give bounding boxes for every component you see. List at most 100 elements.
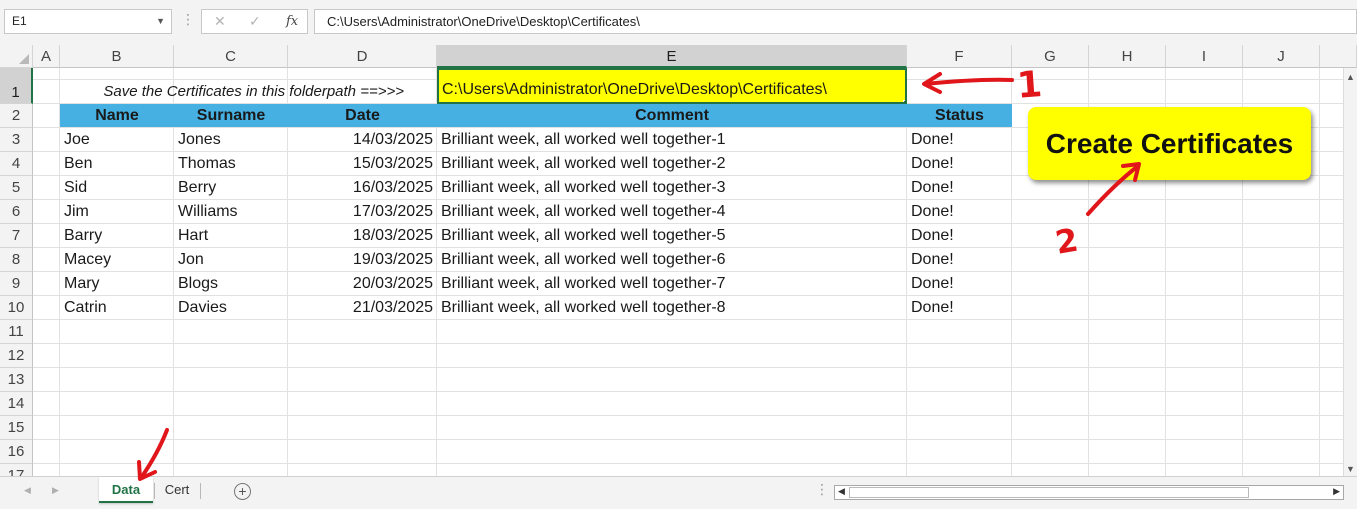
cell-surname[interactable]: Jon	[174, 248, 288, 272]
cell-name[interactable]: Catrin	[60, 296, 174, 320]
formula-bar: E1 ▼ ⋮ ✕ ✓ fx C:\Users\Administrator\One…	[0, 0, 1357, 45]
cell-surname[interactable]: Hart	[174, 224, 288, 248]
scroll-up-icon[interactable]: ▲	[1346, 72, 1355, 82]
row-header-6[interactable]: 6	[0, 200, 33, 224]
cell-name[interactable]: Barry	[60, 224, 174, 248]
create-certificates-button[interactable]: Create Certificates	[1028, 107, 1311, 180]
cell-surname[interactable]: Williams	[174, 200, 288, 224]
scroll-thumb[interactable]	[849, 487, 1249, 498]
header-comment[interactable]: Comment	[437, 104, 907, 127]
cell-name[interactable]: Ben	[60, 152, 174, 176]
name-box[interactable]: E1 ▼	[4, 9, 172, 34]
column-header-c[interactable]: C	[174, 45, 288, 68]
column-header-g[interactable]: G	[1012, 45, 1089, 68]
header-name[interactable]: Name	[60, 104, 174, 127]
cell-status[interactable]: Done!	[907, 152, 1012, 176]
row-header-14[interactable]: 14	[0, 392, 33, 416]
row-header-2[interactable]: 2	[0, 104, 33, 128]
cell-date[interactable]: 14/03/2025	[288, 128, 437, 152]
cell-surname[interactable]: Jones	[174, 128, 288, 152]
cell-status[interactable]: Done!	[907, 128, 1012, 152]
column-header-j[interactable]: J	[1243, 45, 1320, 68]
formula-buttons: ✕ ✓ fx	[201, 9, 308, 34]
row-header-5[interactable]: 5	[0, 176, 33, 200]
row-header-13[interactable]: 13	[0, 368, 33, 392]
row-header-12[interactable]: 12	[0, 344, 33, 368]
cell-name[interactable]: Jim	[60, 200, 174, 224]
column-header-f[interactable]: F	[907, 45, 1012, 68]
cell-date[interactable]: 15/03/2025	[288, 152, 437, 176]
check-icon[interactable]: ✓	[249, 13, 261, 30]
vertical-scrollbar[interactable]: ▲ ▼	[1343, 68, 1357, 476]
cell-surname[interactable]: Berry	[174, 176, 288, 200]
tab-cert[interactable]: Cert	[156, 477, 198, 503]
cell-comment[interactable]: Brilliant week, all worked well together…	[437, 176, 907, 200]
plus-circle-icon[interactable]: +	[234, 483, 251, 500]
cell-status[interactable]: Done!	[907, 176, 1012, 200]
folder-path-cell[interactable]: C:\Users\Administrator\OneDrive\Desktop\…	[437, 68, 907, 104]
select-all-corner[interactable]	[0, 45, 33, 68]
header-surname[interactable]: Surname	[174, 104, 288, 127]
cell-comment[interactable]: Brilliant week, all worked well together…	[437, 128, 907, 152]
cell-comment[interactable]: Brilliant week, all worked well together…	[437, 272, 907, 296]
cell-date[interactable]: 19/03/2025	[288, 248, 437, 272]
cell-date[interactable]: 20/03/2025	[288, 272, 437, 296]
cell-date[interactable]: 17/03/2025	[288, 200, 437, 224]
tab-data[interactable]: Data	[99, 477, 153, 503]
cell-name[interactable]: Macey	[60, 248, 174, 272]
cell-date[interactable]: 18/03/2025	[288, 224, 437, 248]
row-header-11[interactable]: 11	[0, 320, 33, 344]
row-header-4[interactable]: 4	[0, 152, 33, 176]
row-header-16[interactable]: 16	[0, 440, 33, 464]
row-header-15[interactable]: 15	[0, 416, 33, 440]
fx-icon[interactable]: fx	[286, 14, 298, 29]
cell-date[interactable]: 21/03/2025	[288, 296, 437, 320]
scroll-down-icon[interactable]: ▼	[1346, 464, 1355, 474]
cell-surname[interactable]: Blogs	[174, 272, 288, 296]
cell-comment[interactable]: Brilliant week, all worked well together…	[437, 152, 907, 176]
column-header-b[interactable]: B	[60, 45, 174, 68]
cell-name[interactable]: Sid	[60, 176, 174, 200]
cell-date[interactable]: 16/03/2025	[288, 176, 437, 200]
cross-icon[interactable]: ✕	[214, 13, 226, 30]
row-header-1[interactable]: 1	[0, 68, 33, 104]
cell-status[interactable]: Done!	[907, 224, 1012, 248]
cell-comment[interactable]: Brilliant week, all worked well together…	[437, 224, 907, 248]
column-header-a[interactable]: A	[33, 45, 60, 68]
chevron-left-icon[interactable]: ◀	[24, 485, 31, 496]
cell-surname[interactable]: Thomas	[174, 152, 288, 176]
header-date[interactable]: Date	[288, 104, 437, 127]
vertical-dots-icon[interactable]: ⋮	[815, 481, 829, 498]
row-header-7[interactable]: 7	[0, 224, 33, 248]
cell-status[interactable]: Done!	[907, 272, 1012, 296]
formula-input[interactable]: C:\Users\Administrator\OneDrive\Desktop\…	[314, 9, 1357, 34]
row-header-9[interactable]: 9	[0, 272, 33, 296]
horizontal-scrollbar[interactable]: ◀ ▶	[834, 485, 1344, 500]
row-header-8[interactable]: 8	[0, 248, 33, 272]
scroll-left-icon[interactable]: ◀	[838, 486, 845, 497]
vertical-dots-icon[interactable]: ⋮	[181, 11, 195, 28]
row-header-10[interactable]: 10	[0, 296, 33, 320]
column-header-overflow[interactable]	[1320, 45, 1357, 68]
cell-surname[interactable]: Davies	[174, 296, 288, 320]
chevron-right-icon[interactable]: ▶	[52, 485, 59, 496]
column-header-i[interactable]: I	[1166, 45, 1243, 68]
cell-status[interactable]: Done!	[907, 248, 1012, 272]
cell-comment[interactable]: Brilliant week, all worked well together…	[437, 200, 907, 224]
cell-name[interactable]: Joe	[60, 128, 174, 152]
tab-divider	[200, 483, 201, 499]
cell-status[interactable]: Done!	[907, 296, 1012, 320]
cell-comment[interactable]: Brilliant week, all worked well together…	[437, 296, 907, 320]
column-header-e[interactable]: E	[437, 45, 907, 68]
row-header-3[interactable]: 3	[0, 128, 33, 152]
scroll-right-icon[interactable]: ▶	[1333, 486, 1340, 497]
save-path-label: Save the Certificates in this folderpath…	[103, 83, 404, 100]
cell-comment[interactable]: Brilliant week, all worked well together…	[437, 248, 907, 272]
column-header-h[interactable]: H	[1089, 45, 1166, 68]
chevron-down-icon[interactable]: ▼	[156, 10, 165, 33]
column-header-d[interactable]: D	[288, 45, 437, 68]
cell-name[interactable]: Mary	[60, 272, 174, 296]
cell-status[interactable]: Done!	[907, 200, 1012, 224]
name-box-value: E1	[12, 14, 27, 28]
header-status[interactable]: Status	[907, 104, 1012, 127]
